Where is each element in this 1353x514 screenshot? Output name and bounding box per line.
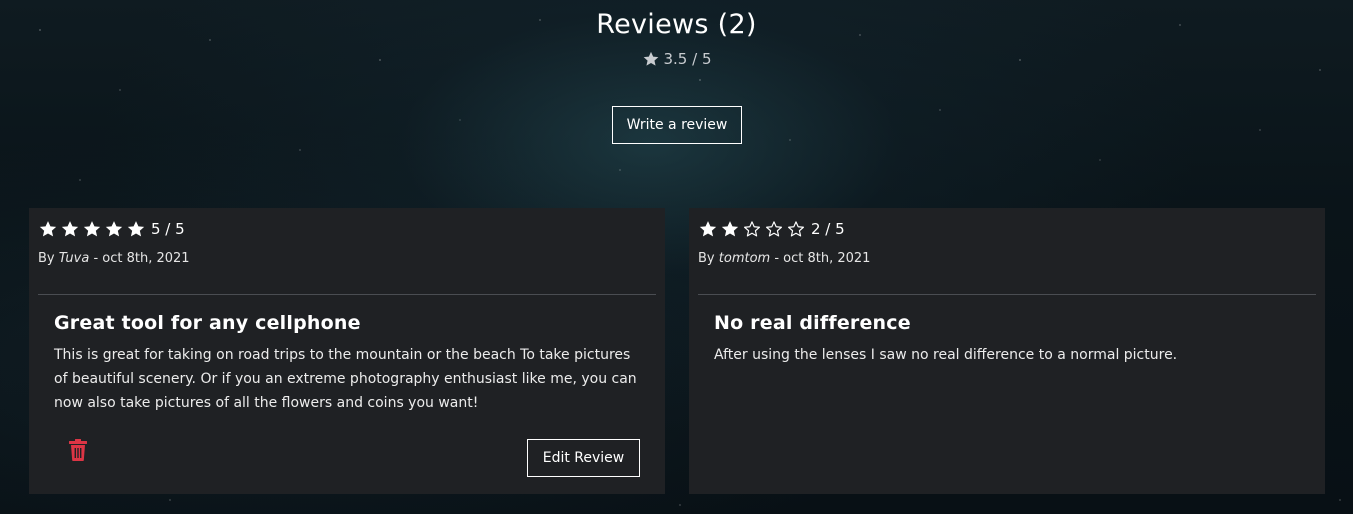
rating-stars: 5 / 5 [38,219,185,239]
review-date: - oct 8th, 2021 [93,251,190,266]
review-date: - oct 8th, 2021 [774,251,871,266]
average-rating: 3.5 / 5 [642,50,712,68]
star-outline-icon [766,221,782,237]
trash-icon[interactable] [68,439,88,461]
star-outline-icon [788,221,804,237]
review-author: Tuva [58,251,90,266]
star-outline-icon [744,221,760,237]
divider [698,294,1316,295]
review-body: This is great for taking on road trips t… [54,347,637,411]
rating-text: 2 / 5 [811,220,845,238]
review-byline: By tomtom - oct 8th, 2021 [698,251,870,266]
rating-text: 5 / 5 [151,220,185,238]
edit-review-button[interactable]: Edit Review [527,439,640,477]
review-byline: By Tuva - oct 8th, 2021 [38,251,190,266]
star-filled-icon [721,221,739,237]
write-review-button[interactable]: Write a review [612,106,742,144]
star-filled-icon [105,221,123,237]
by-label: By [38,251,55,266]
star-filled-icon [699,221,717,237]
review-title: Great tool for any cellphone [54,312,361,334]
rating-stars: 2 / 5 [698,219,845,239]
page-title: Reviews (2) [596,9,757,40]
review-author: tomtom [718,251,771,266]
reviews-header: Reviews (2) 3.5 / 5 [0,0,1353,72]
review-card: 2 / 5 By tomtom - oct 8th, 2021 No real … [689,208,1325,494]
divider [38,294,656,295]
star-filled-icon [61,221,79,237]
review-title: No real difference [714,312,911,334]
star-filled-icon [83,221,101,237]
star-filled-icon [127,221,145,237]
review-body: After using the lenses I saw no real dif… [714,347,1178,363]
review-card: 5 / 5 By Tuva - oct 8th, 2021 Great tool… [29,208,665,494]
average-rating-text: 3.5 / 5 [663,50,712,68]
star-icon [643,51,658,66]
star-filled-icon [39,221,57,237]
by-label: By [698,251,715,266]
